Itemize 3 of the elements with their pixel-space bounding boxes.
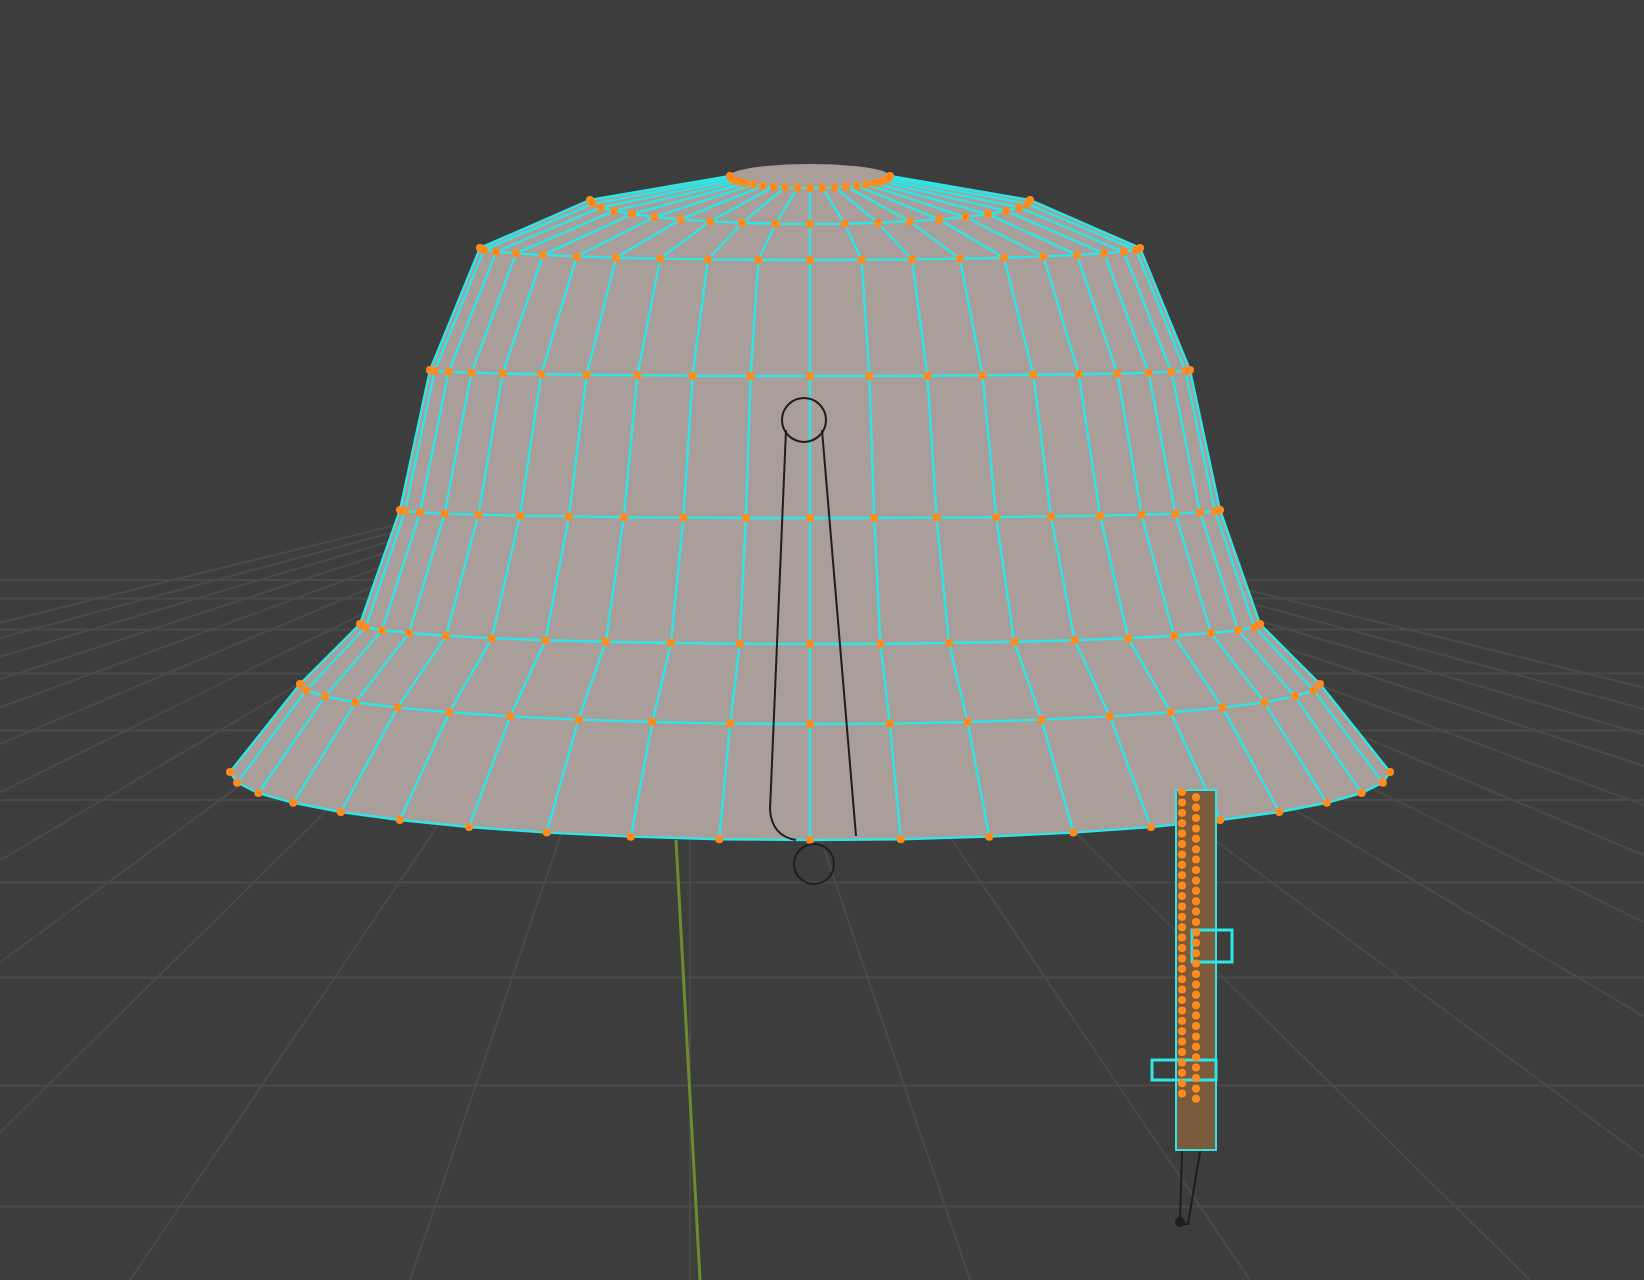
pendant-drawing[interactable]	[1150, 788, 1234, 1227]
armature-bone-drawing[interactable]	[769, 397, 857, 885]
hat-mesh-drawing[interactable]	[226, 164, 1394, 844]
